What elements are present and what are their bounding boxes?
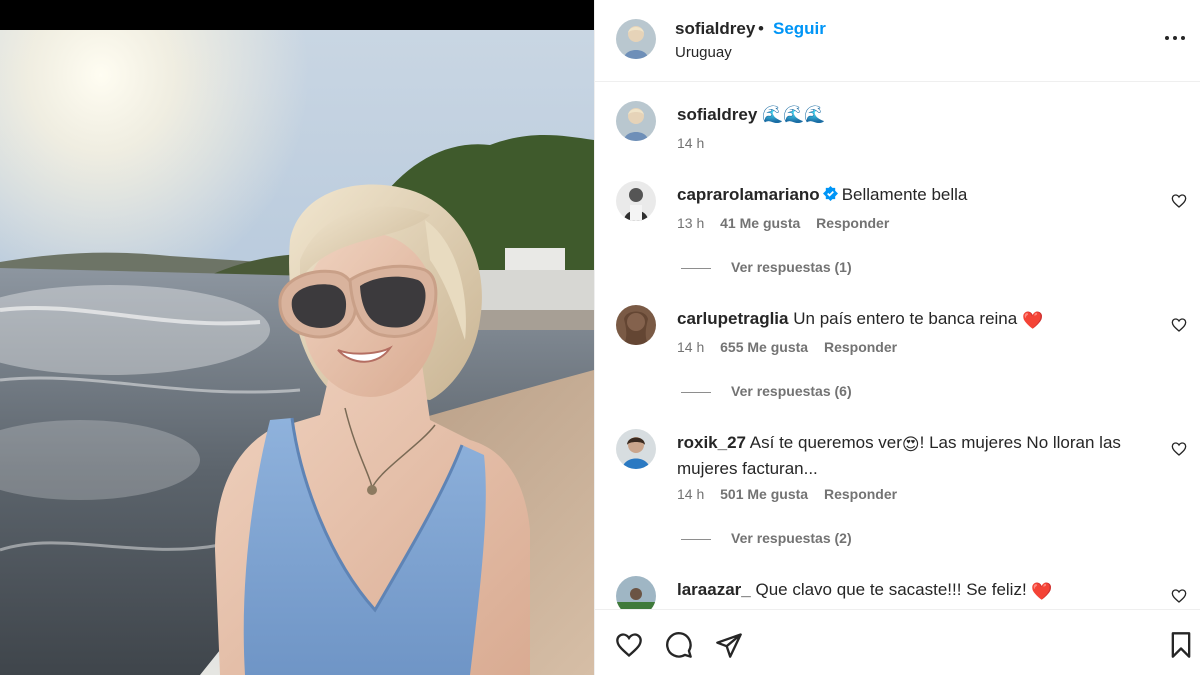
- comment-meta: 14 h 501 Me gusta Responder: [677, 486, 909, 502]
- commenter-avatar[interactable]: [616, 181, 656, 221]
- post-actions-bar: [595, 609, 1200, 675]
- view-replies-label: Ver respuestas (2): [731, 530, 852, 546]
- post-details-panel: sofialdrey • Seguir Uruguay sofialdrey 🌊…: [594, 0, 1200, 675]
- comment-username[interactable]: carlupetraglia: [677, 309, 789, 328]
- verified-badge-icon: [822, 186, 838, 201]
- reply-button[interactable]: Responder: [824, 486, 897, 502]
- heart-icon[interactable]: [615, 631, 643, 659]
- comment-text: carlupetraglia Un país entero te banca r…: [677, 307, 1147, 333]
- more-options-icon[interactable]: [1163, 28, 1187, 48]
- bookmark-icon[interactable]: [1167, 631, 1195, 659]
- comment-timestamp: 14 h: [677, 486, 705, 502]
- comment-body: Un país entero te banca reina: [793, 309, 1018, 328]
- author-avatar[interactable]: [616, 19, 656, 59]
- heart-emoji: ❤️: [1031, 582, 1053, 601]
- heart-emoji: ❤️: [1021, 311, 1044, 330]
- comment-meta: 14 h 655 Me gusta Responder: [677, 339, 909, 355]
- comment-body-part1: Así te queremos ver: [749, 433, 902, 452]
- heart-eyes-emoji: 😍: [901, 435, 920, 454]
- replies-divider: [681, 391, 711, 393]
- reply-button[interactable]: Responder: [816, 215, 889, 231]
- comments-list[interactable]: sofialdrey 🌊🌊🌊 14 h caprarolamariano Bell…: [595, 83, 1200, 609]
- comment-meta: 13 h 41 Me gusta Responder: [677, 215, 901, 231]
- caption-avatar[interactable]: [616, 101, 656, 141]
- comment-timestamp: 13 h: [677, 215, 705, 231]
- comment-timestamp: 14 h: [677, 339, 705, 355]
- comment-heart-icon[interactable]: [1171, 441, 1187, 457]
- view-replies-label: Ver respuestas (1): [731, 259, 852, 275]
- caption-text: 🌊🌊🌊: [762, 105, 826, 124]
- post-header: sofialdrey • Seguir Uruguay: [595, 0, 1200, 82]
- comment-username[interactable]: laraazar_: [677, 580, 751, 599]
- comment-icon[interactable]: [665, 631, 693, 659]
- post-location[interactable]: Uruguay: [675, 44, 732, 61]
- comment-heart-icon[interactable]: [1171, 588, 1187, 604]
- view-replies-label: Ver respuestas (6): [731, 383, 852, 399]
- comment-username[interactable]: caprarolamariano: [677, 185, 820, 204]
- comment-likes[interactable]: 41 Me gusta: [720, 215, 800, 231]
- comment-body: Bellamente bella: [841, 185, 968, 204]
- comment-username[interactable]: roxik_27: [677, 433, 746, 452]
- comment-text: roxik_27 Así te queremos ver😍! Las mujer…: [677, 431, 1147, 481]
- follow-button[interactable]: Seguir: [773, 19, 826, 39]
- comment-likes[interactable]: 501 Me gusta: [720, 486, 808, 502]
- caption: sofialdrey 🌊🌊🌊: [677, 105, 826, 125]
- header-separator: •: [758, 19, 764, 38]
- comment-likes[interactable]: 655 Me gusta: [720, 339, 808, 355]
- comment-heart-icon[interactable]: [1171, 317, 1187, 333]
- comment-text: caprarolamariano Bellamente bella: [677, 183, 1147, 207]
- commenter-avatar[interactable]: [616, 576, 656, 609]
- commenter-avatar[interactable]: [616, 429, 656, 469]
- author-username[interactable]: sofialdrey: [675, 19, 755, 39]
- comment-body: Que clavo que te sacaste!!! Se feliz!: [755, 580, 1027, 599]
- caption-username[interactable]: sofialdrey: [677, 105, 757, 124]
- send-icon[interactable]: [715, 631, 743, 659]
- view-replies-button[interactable]: Ver respuestas (6): [681, 383, 852, 399]
- comment-heart-icon[interactable]: [1171, 193, 1187, 209]
- caption-timestamp: 14 h: [677, 135, 705, 151]
- view-replies-button[interactable]: Ver respuestas (1): [681, 259, 852, 275]
- post-media[interactable]: [0, 0, 594, 675]
- commenter-avatar[interactable]: [616, 305, 656, 345]
- view-replies-button[interactable]: Ver respuestas (2): [681, 530, 852, 546]
- replies-divider: [681, 538, 711, 540]
- reply-button[interactable]: Responder: [824, 339, 897, 355]
- comment-text: laraazar_ Que clavo que te sacaste!!! Se…: [677, 578, 1147, 604]
- replies-divider: [681, 267, 711, 269]
- post-photo: [0, 30, 594, 675]
